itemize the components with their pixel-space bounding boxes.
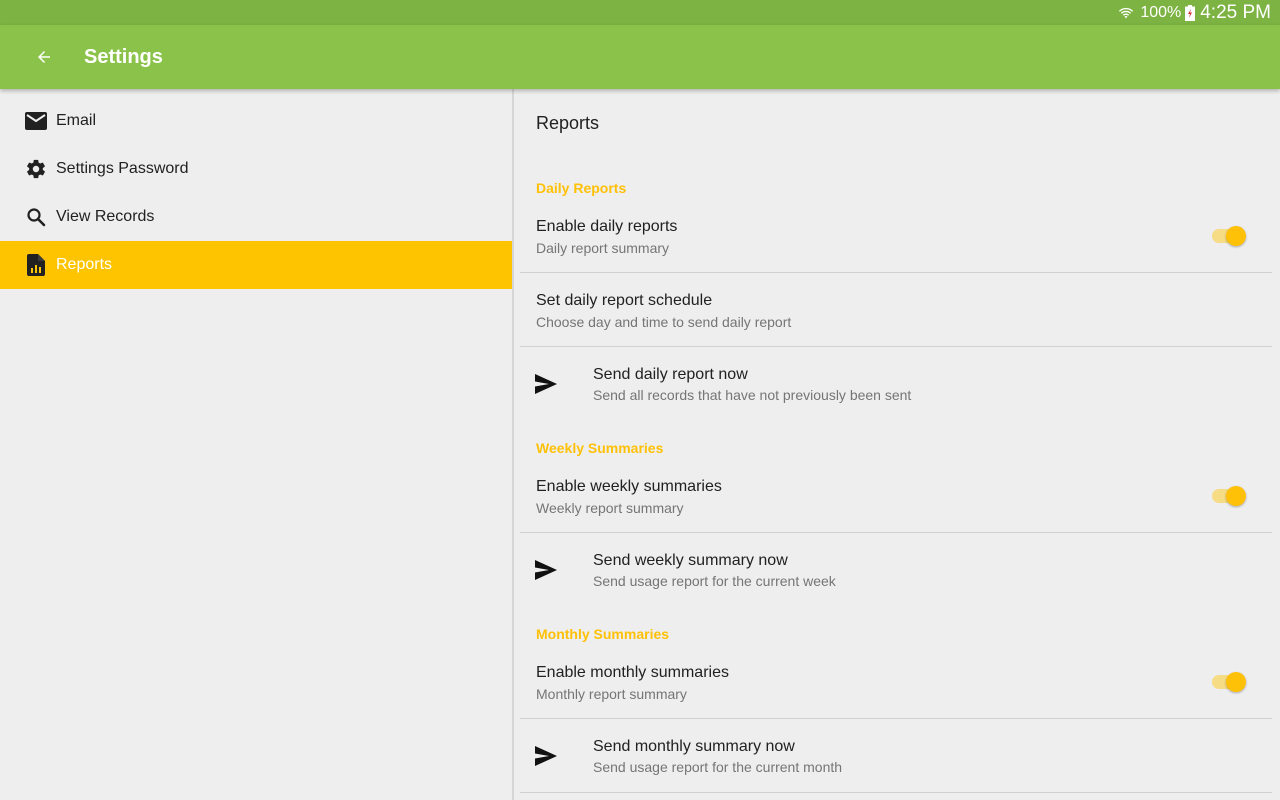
sidebar: Email Settings Password View Records Rep… (0, 89, 514, 800)
daily-reports-toggle[interactable] (1210, 224, 1246, 248)
back-button[interactable] (32, 45, 56, 69)
battery-charging-icon (1185, 4, 1196, 21)
pref-enable-monthly-summaries[interactable]: Enable monthly summaries Monthly report … (514, 653, 1272, 718)
monthly-summaries-toggle[interactable] (1210, 670, 1246, 694)
section-header-monthly: Monthly Summaries (536, 626, 670, 642)
divider (520, 792, 1272, 793)
sidebar-item-label: Email (56, 112, 97, 129)
pref-send-weekly-summary[interactable]: Send weekly summary now Send usage repor… (514, 533, 1272, 603)
pref-summary: Send usage report for the current month (593, 759, 843, 775)
pref-enable-daily-reports[interactable]: Enable daily reports Daily report summar… (514, 207, 1272, 272)
mail-icon (24, 109, 48, 133)
pref-enable-weekly-summaries[interactable]: Enable weekly summaries Weekly report su… (514, 467, 1272, 532)
pref-title: Enable daily reports (536, 218, 678, 235)
app-bar: Settings (0, 25, 1280, 89)
sidebar-item-settings-password[interactable]: Settings Password (0, 145, 512, 193)
pref-summary: Send usage report for the current week (593, 573, 836, 589)
pref-title: Enable monthly summaries (536, 664, 729, 681)
pref-summary: Daily report summary (536, 240, 670, 256)
battery-percent: 100% (1140, 3, 1182, 21)
sidebar-item-view-records[interactable]: View Records (0, 193, 512, 241)
search-icon (24, 205, 48, 229)
pref-summary: Choose day and time to send daily report (536, 314, 792, 330)
send-icon (535, 746, 557, 766)
sidebar-item-label: Settings Password (56, 160, 189, 177)
send-icon (535, 560, 557, 580)
sidebar-item-email[interactable]: Email (0, 97, 512, 145)
section-header-daily: Daily Reports (536, 180, 627, 196)
send-icon (535, 374, 557, 394)
section-header-weekly: Weekly Summaries (536, 440, 664, 456)
pref-title: Send weekly summary now (593, 552, 788, 569)
wifi-icon (1119, 7, 1134, 18)
settings-detail-panel: Reports Daily Reports Enable daily repor… (514, 89, 1280, 800)
pref-send-daily-report[interactable]: Send daily report now Send all records t… (514, 347, 1272, 417)
pref-title: Set daily report schedule (536, 292, 713, 309)
status-bar: 100% 4:25 PM (0, 0, 1280, 25)
sidebar-item-reports[interactable]: Reports (0, 241, 512, 289)
arrow-back-icon (38, 51, 50, 63)
clock: 4:25 PM (1200, 1, 1271, 23)
pref-send-monthly-summary[interactable]: Send monthly summary now Send usage repo… (514, 719, 1272, 789)
sidebar-item-label: Reports (56, 256, 113, 273)
pref-set-daily-schedule[interactable]: Set daily report schedule Choose day and… (514, 273, 1272, 346)
panel-title: Reports (536, 113, 600, 133)
pref-title: Enable weekly summaries (536, 478, 722, 495)
gear-icon (24, 157, 48, 181)
pref-summary: Send all records that have not previousl… (593, 387, 912, 403)
pref-title: Send monthly summary now (593, 738, 795, 755)
report-document-icon (24, 253, 48, 277)
sidebar-item-label: View Records (56, 208, 155, 225)
pref-summary: Weekly report summary (536, 500, 684, 516)
page-title: Settings (84, 45, 163, 68)
pref-title: Send daily report now (593, 366, 748, 383)
pref-summary: Monthly report summary (536, 686, 687, 702)
weekly-summaries-toggle[interactable] (1210, 484, 1246, 508)
